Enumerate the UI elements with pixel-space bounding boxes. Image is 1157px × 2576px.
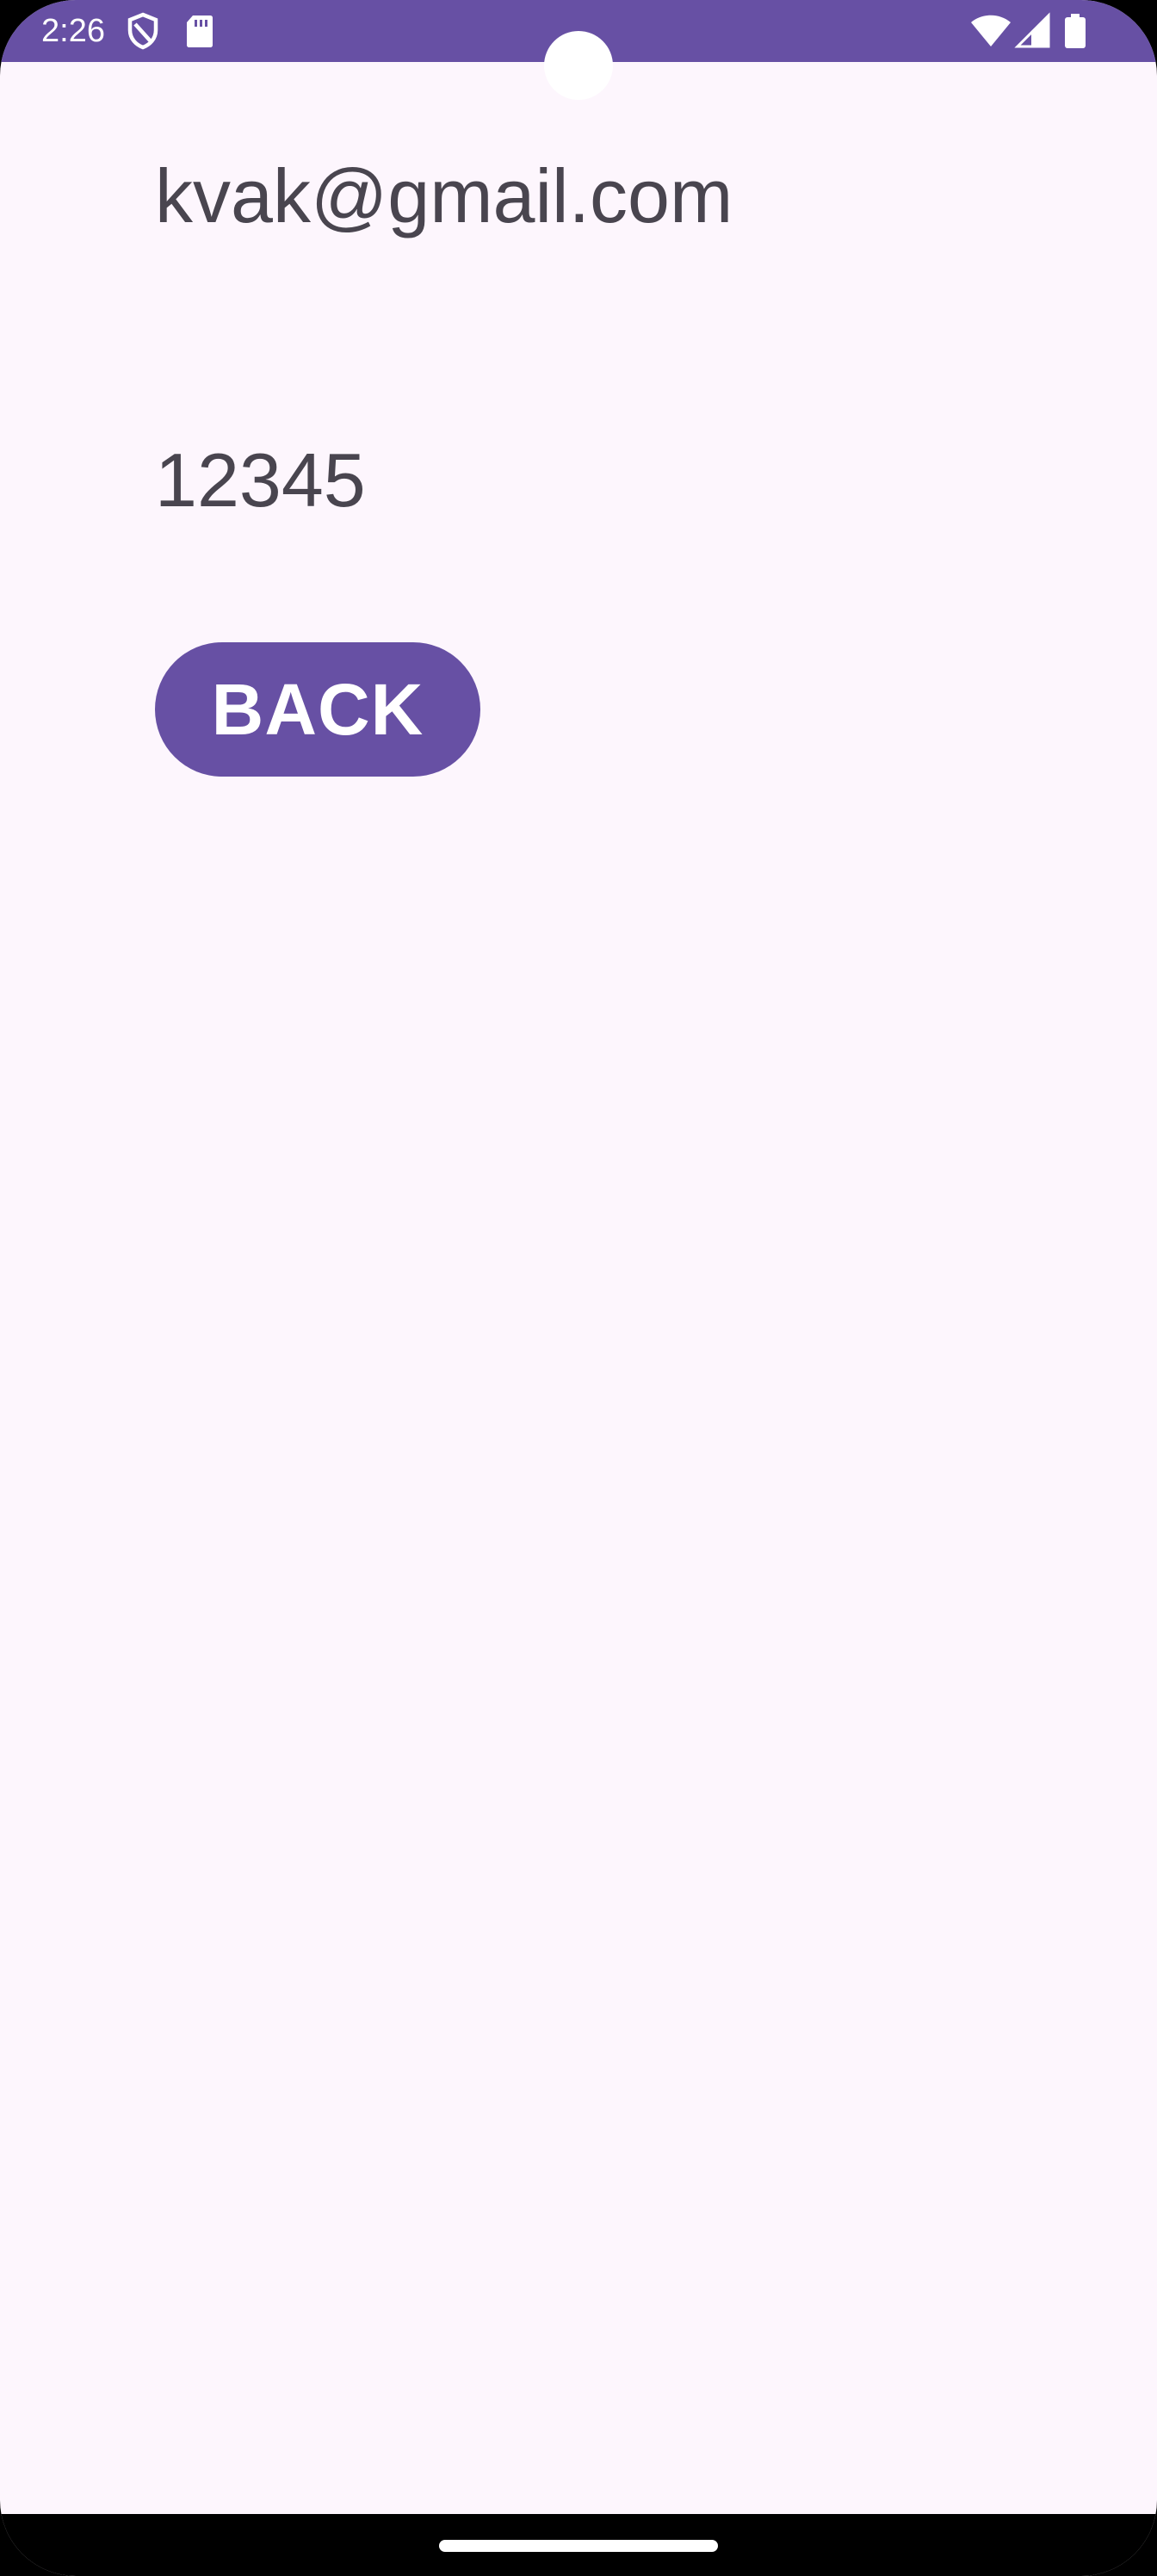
app-screen: 2:26 kvak@gmail.com 12345 BACK bbox=[0, 0, 1157, 2576]
battery-icon bbox=[1062, 12, 1088, 50]
status-time: 2:26 bbox=[41, 13, 105, 49]
home-gesture-handle[interactable] bbox=[439, 2540, 718, 2552]
sd-card-icon bbox=[183, 12, 217, 50]
email-text: kvak@gmail.com bbox=[155, 153, 733, 238]
back-button[interactable]: BACK bbox=[155, 642, 480, 777]
camera-cutout bbox=[544, 31, 613, 100]
shield-icon bbox=[126, 12, 160, 50]
cell-signal-icon bbox=[1014, 12, 1052, 50]
wifi-icon bbox=[969, 12, 1012, 50]
password-text: 12345 bbox=[155, 437, 366, 523]
